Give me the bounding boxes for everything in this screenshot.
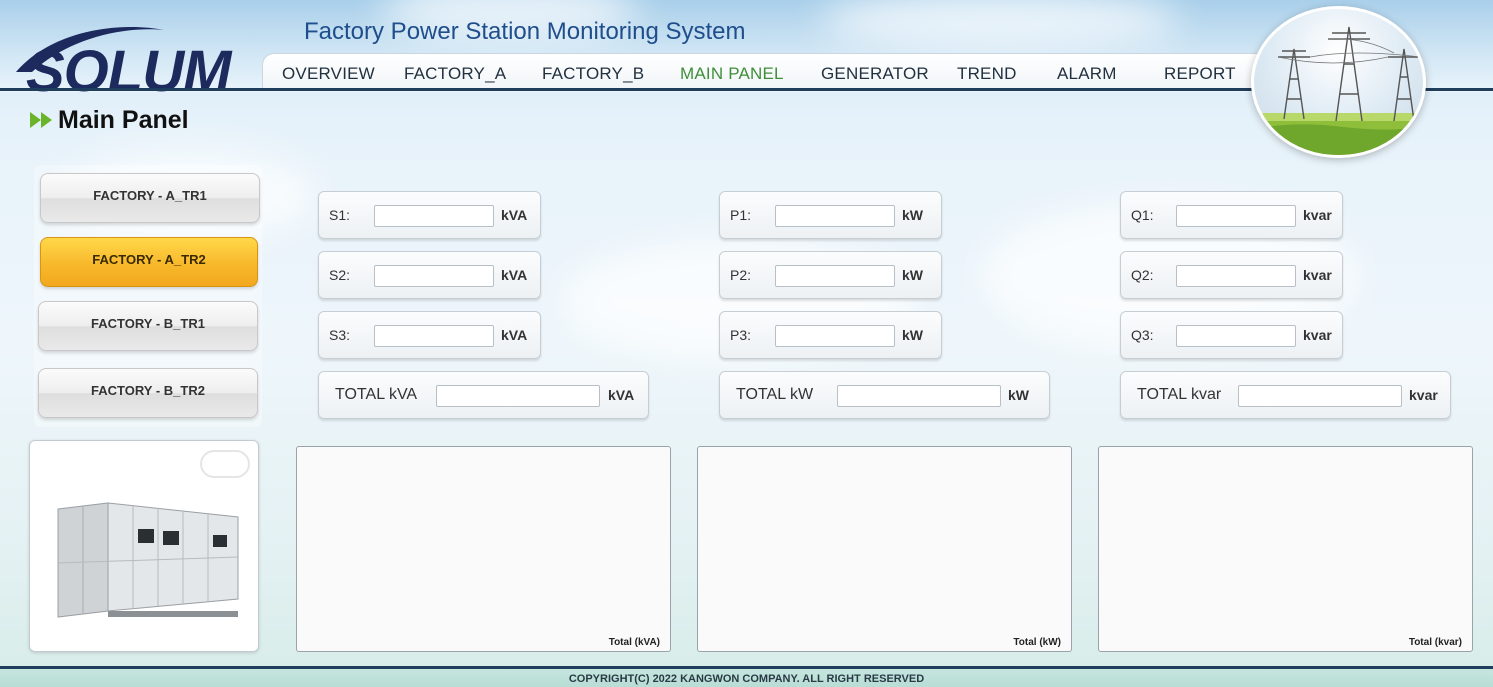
nav-report[interactable]: REPORT	[1164, 64, 1236, 84]
q1-unit: kvar	[1303, 207, 1332, 223]
nav-main-panel[interactable]: MAIN PANEL	[680, 64, 784, 84]
total-kvar-chart-caption: Total (kvar)	[1408, 637, 1462, 648]
factory-a-tr1-button[interactable]: FACTORY - A_TR1	[40, 173, 260, 223]
q3-meter: Q3: kvar	[1120, 311, 1343, 359]
q1-meter: Q1: kvar	[1120, 191, 1343, 239]
q3-unit: kvar	[1303, 327, 1332, 343]
s1-label: S1:	[329, 207, 351, 223]
factory-b-tr1-button[interactable]: FACTORY - B_TR1	[38, 301, 258, 351]
total-kva-value-field[interactable]	[436, 385, 600, 407]
q2-label: Q2:	[1131, 267, 1154, 283]
p1-unit: kW	[902, 207, 923, 223]
image-toggle-pill[interactable]	[200, 450, 250, 478]
copyright-footer: COPYRIGHT(C) 2022 KANGWON COMPANY. ALL R…	[0, 669, 1493, 687]
double-arrow-icon	[30, 112, 52, 128]
p1-value-field[interactable]	[775, 205, 895, 227]
total-kva-meter: TOTAL kVA kVA	[318, 371, 649, 419]
s1-meter: S1: kVA	[318, 191, 541, 239]
total-kvar-meter: TOTAL kvar kvar	[1120, 371, 1451, 419]
s3-label: S3:	[329, 327, 351, 343]
s2-value-field[interactable]	[374, 265, 494, 287]
nav-alarm[interactable]: ALARM	[1057, 64, 1117, 84]
app-title: Factory Power Station Monitoring System	[304, 18, 746, 45]
p3-value-field[interactable]	[775, 325, 895, 347]
s1-unit: kVA	[501, 207, 528, 223]
s2-meter: S2: kVA	[318, 251, 541, 299]
total-kva-unit: kVA	[608, 387, 635, 403]
nav-factory-a[interactable]: FACTORY_A	[404, 64, 506, 84]
s3-value-field[interactable]	[374, 325, 494, 347]
total-kvar-label: TOTAL kvar	[1137, 386, 1222, 403]
main-nav: OVERVIEW FACTORY_A FACTORY_B MAIN PANEL …	[262, 53, 1272, 89]
factory-a-tr2-button[interactable]: FACTORY - A_TR2	[40, 237, 258, 287]
q1-label: Q1:	[1131, 207, 1154, 223]
p1-label: P1:	[730, 207, 752, 223]
s3-meter: S3: kVA	[318, 311, 541, 359]
logo-text: SOLUM	[26, 39, 231, 104]
q2-meter: Q2: kvar	[1120, 251, 1343, 299]
nav-factory-b[interactable]: FACTORY_B	[542, 64, 644, 84]
total-kw-chart: Total (kW)	[697, 446, 1072, 652]
total-kvar-unit: kvar	[1409, 387, 1438, 403]
p2-value-field[interactable]	[775, 265, 895, 287]
total-kva-chart-caption: Total (kVA)	[608, 637, 660, 648]
q3-label: Q3:	[1131, 327, 1154, 343]
main-panel-image-box	[29, 440, 259, 652]
nav-overview[interactable]: OVERVIEW	[282, 64, 375, 84]
p3-unit: kW	[902, 327, 923, 343]
solum-logo: SOLUM	[14, 20, 254, 104]
p2-label: P2:	[730, 267, 752, 283]
power-tower-image	[1251, 6, 1426, 158]
total-kw-label: TOTAL kW	[736, 386, 814, 403]
p3-label: P3:	[730, 327, 752, 343]
page-title: Main Panel	[58, 106, 189, 134]
total-kvar-value-field[interactable]	[1238, 385, 1402, 407]
total-kw-unit: kW	[1008, 387, 1029, 403]
nav-generator[interactable]: GENERATOR	[821, 64, 929, 84]
q1-value-field[interactable]	[1176, 205, 1296, 227]
q2-value-field[interactable]	[1176, 265, 1296, 287]
total-kw-meter: TOTAL kW kW	[719, 371, 1050, 419]
total-kva-chart: Total (kVA)	[296, 446, 671, 652]
total-kva-label: TOTAL kVA	[335, 386, 418, 403]
switchgear-cabinet-icon	[57, 502, 239, 618]
factory-b-tr2-button[interactable]: FACTORY - B_TR2	[38, 368, 258, 418]
q3-value-field[interactable]	[1176, 325, 1296, 347]
s1-value-field[interactable]	[374, 205, 494, 227]
p2-meter: P2: kW	[719, 251, 942, 299]
s2-label: S2:	[329, 267, 351, 283]
power-tower-icon	[1254, 26, 1423, 155]
total-kw-chart-caption: Total (kW)	[1013, 637, 1061, 648]
q2-unit: kvar	[1303, 267, 1332, 283]
s2-unit: kVA	[501, 267, 528, 283]
p3-meter: P3: kW	[719, 311, 942, 359]
p1-meter: P1: kW	[719, 191, 942, 239]
total-kvar-chart: Total (kvar)	[1098, 446, 1473, 652]
s3-unit: kVA	[501, 327, 528, 343]
p2-unit: kW	[902, 267, 923, 283]
nav-trend[interactable]: TREND	[957, 64, 1017, 84]
total-kw-value-field[interactable]	[837, 385, 1001, 407]
